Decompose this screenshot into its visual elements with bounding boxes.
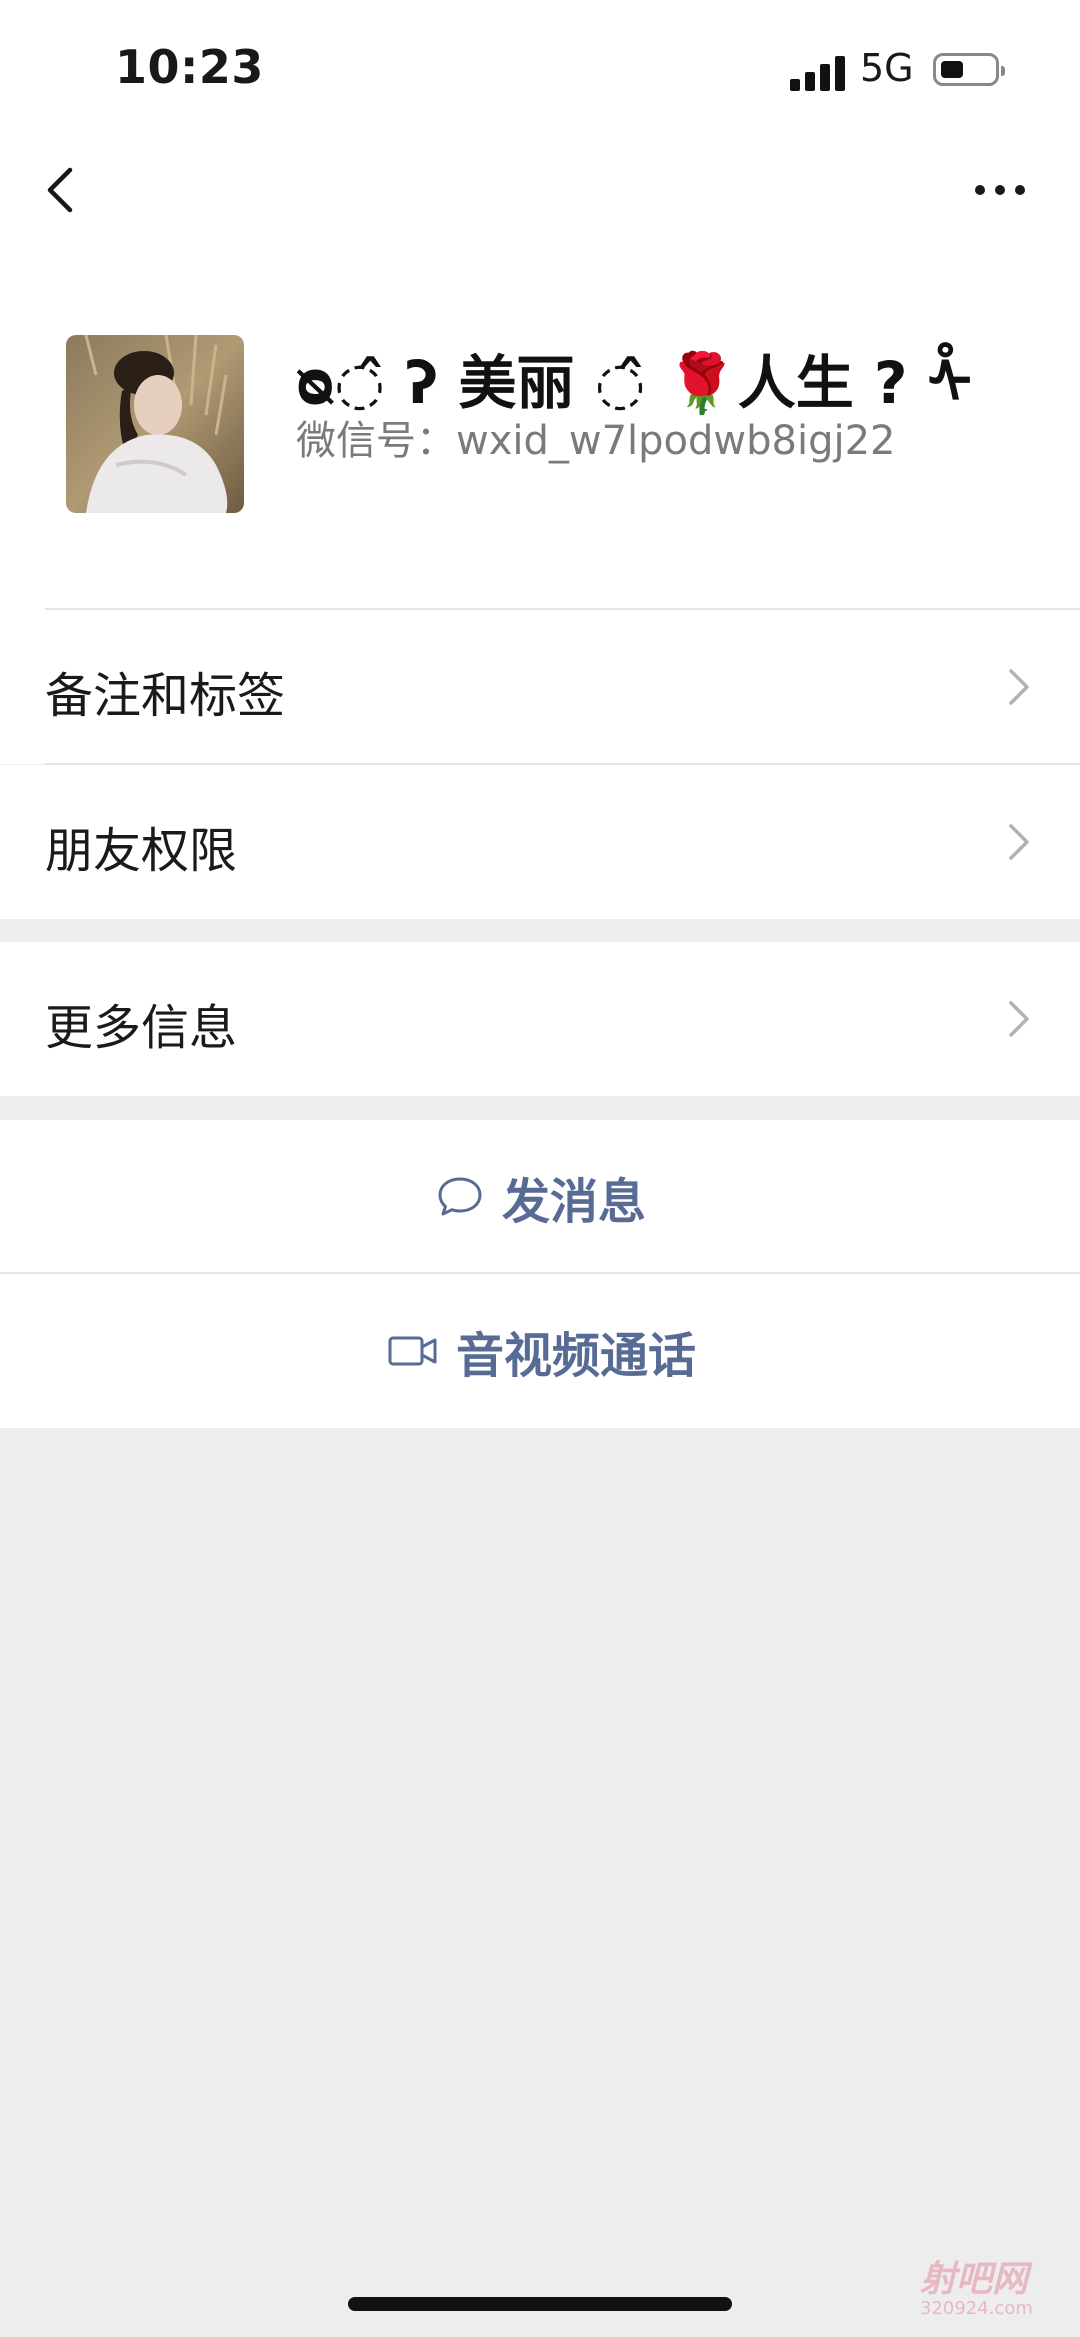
battery-icon <box>933 53 1005 86</box>
ellipsis-icon <box>975 185 1025 195</box>
avatar-photo <box>66 335 244 513</box>
wechat-id: 微信号：wxid_w7lpodwb8igj22 <box>296 418 896 464</box>
watermark-logo: 射吧网 <box>920 2259 1029 2300</box>
status-time: 10:23 <box>115 40 264 94</box>
send-message-button[interactable]: 发消息 <box>0 1120 1080 1274</box>
video-camera-icon <box>388 1336 437 1366</box>
send-message-label: 发消息 <box>502 1174 647 1230</box>
friend-permissions-label: 朋友权限 <box>45 823 238 879</box>
chevron-right-icon <box>1009 1001 1029 1037</box>
network-type: 5G <box>860 46 914 90</box>
chevron-right-icon <box>1009 824 1029 860</box>
back-button[interactable] <box>38 160 88 220</box>
more-info-label: 更多信息 <box>45 1000 238 1056</box>
chat-bubble-icon <box>438 1177 482 1216</box>
video-call-label: 音视频通话 <box>456 1328 697 1384</box>
video-call-button[interactable]: 音视频通话 <box>0 1274 1080 1428</box>
remarks-tags-label: 备注和标签 <box>45 668 286 724</box>
chevron-right-icon <box>1009 669 1029 705</box>
signal-icon <box>790 55 846 91</box>
chevron-left-icon <box>47 167 73 213</box>
avatar[interactable] <box>66 335 244 513</box>
friend-permissions-row[interactable]: 朋友权限 <box>0 765 1080 919</box>
more-options-button[interactable] <box>970 168 1030 212</box>
home-indicator[interactable] <box>348 2297 732 2311</box>
remarks-tags-row[interactable]: 备注和标签 <box>0 610 1080 764</box>
watermark-site: 320924.com <box>920 2298 1033 2319</box>
contact-nickname: ᴓ◌̂ ʔ 美丽 ◌̂ 🌹人生 ? ᢥ <box>296 349 972 417</box>
more-info-row[interactable]: 更多信息 <box>0 942 1080 1096</box>
